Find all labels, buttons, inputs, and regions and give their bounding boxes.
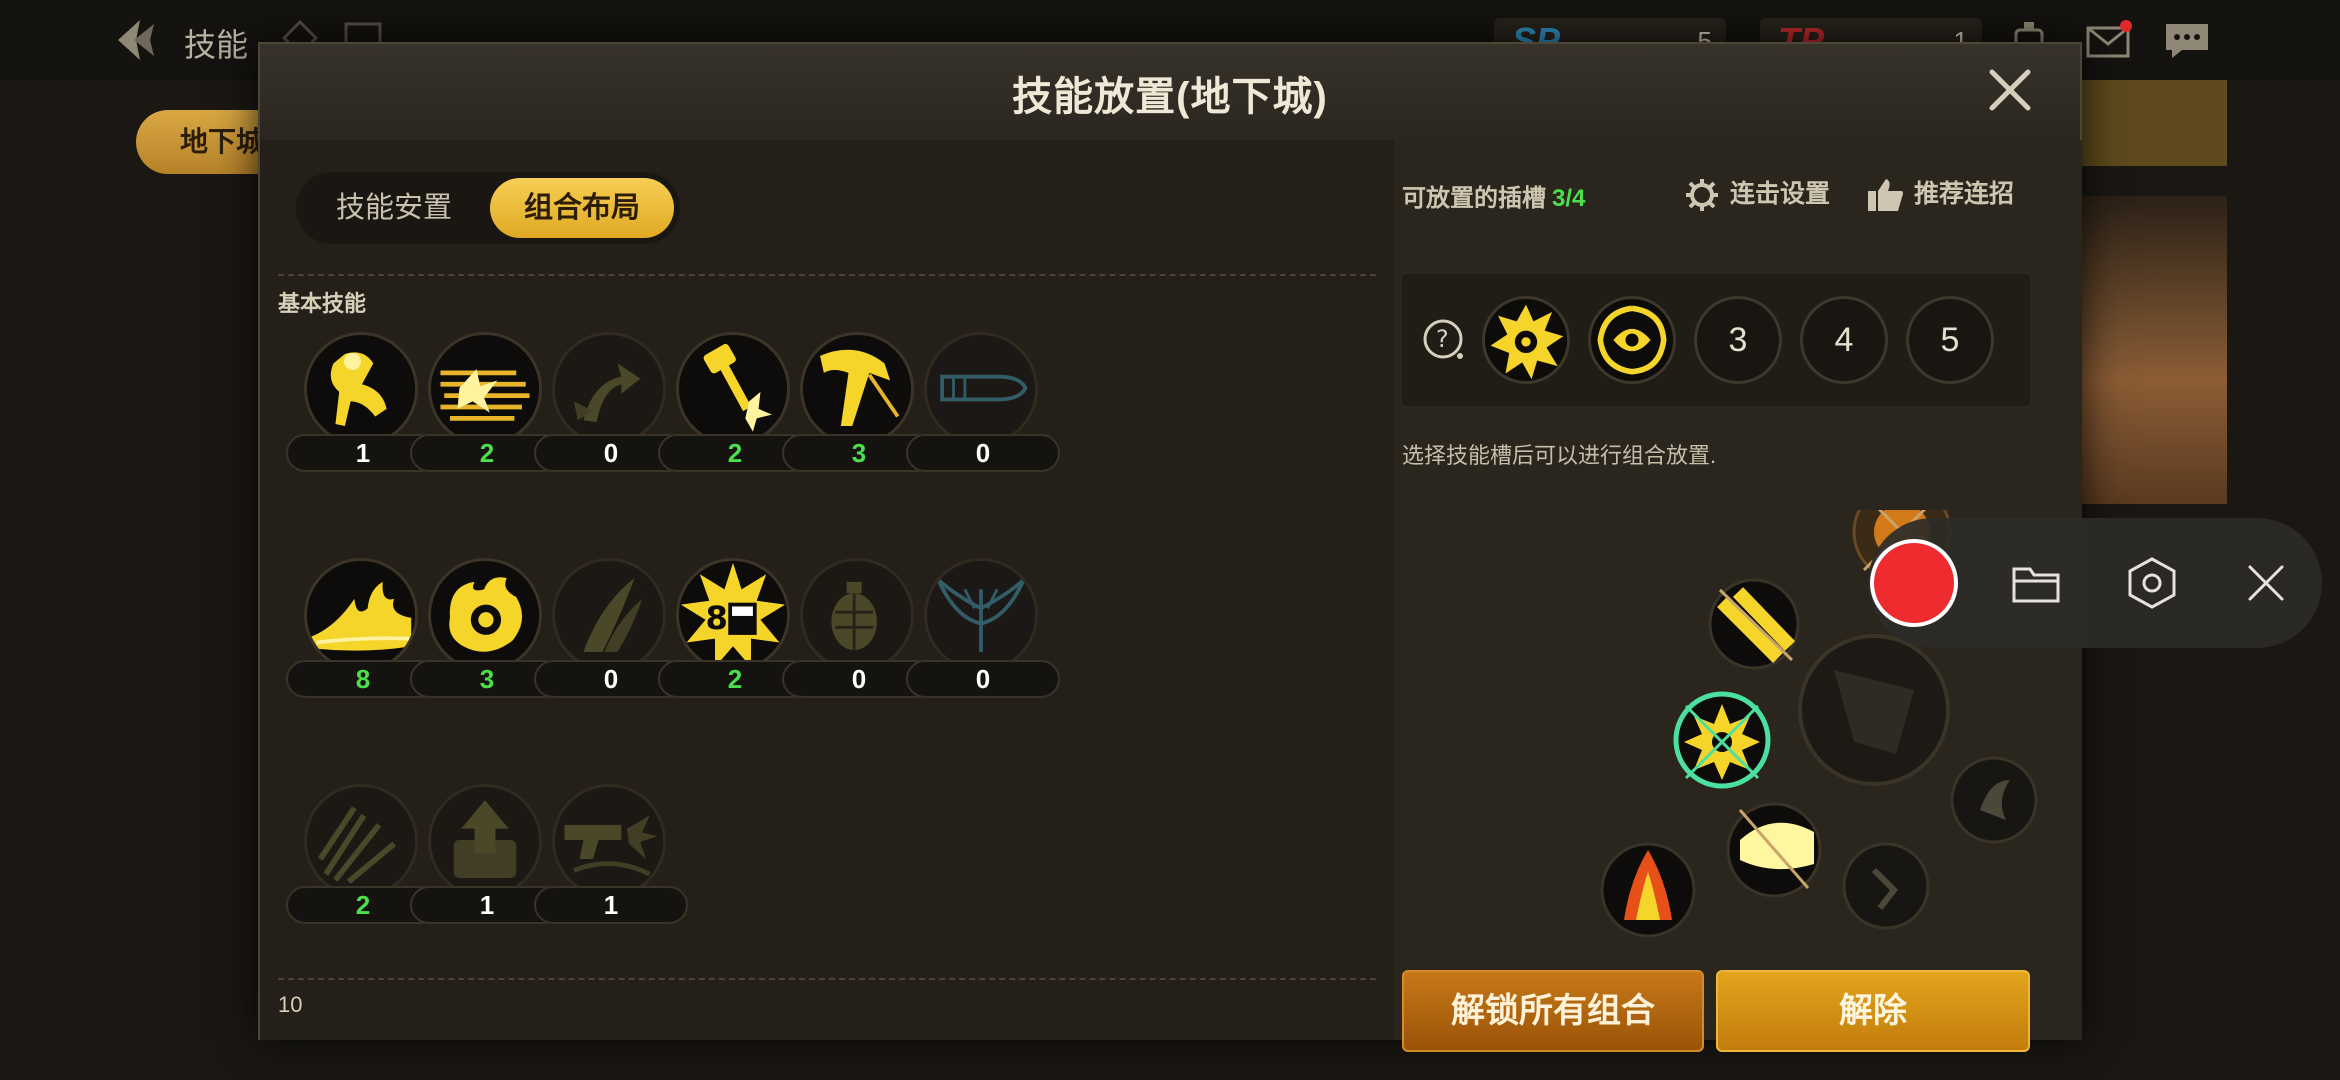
dialog-header: 技能放置(地下城) xyxy=(260,44,2080,142)
skill-slot[interactable]: 0 xyxy=(906,558,1062,708)
recommended-combo-button[interactable]: 推荐连招 xyxy=(1866,174,2014,213)
tab-combo-layout[interactable]: 组合布局 xyxy=(490,178,674,238)
vortex-shot-icon xyxy=(1591,299,1673,381)
hint-text: 选择技能槽后可以进行组合放置. xyxy=(1402,443,1717,468)
svg-text:?: ? xyxy=(1436,325,1449,353)
screen-recorder-toolbar xyxy=(1868,518,2322,648)
kick-skill-icon xyxy=(304,332,418,446)
claw-slash-icon xyxy=(552,558,666,672)
skill-count: 0 xyxy=(906,660,1060,698)
bullet-icon xyxy=(924,332,1038,446)
combo-settings-label: 连击设置 xyxy=(1730,180,1831,208)
mail-icon[interactable] xyxy=(2084,18,2134,62)
help-icon[interactable]: ? xyxy=(1422,318,1466,362)
slots-value: 3/4 xyxy=(1552,185,1586,212)
unlock-all-combos-button[interactable]: 解锁所有组合 xyxy=(1402,970,1704,1052)
combo-slot-3[interactable]: 3 xyxy=(1694,296,1782,384)
settings-icon[interactable] xyxy=(2124,555,2180,611)
gun-shot-icon xyxy=(552,784,666,898)
chat-icon[interactable] xyxy=(2162,18,2212,62)
remove-button[interactable]: 解除 xyxy=(1716,970,2030,1052)
skill-placement-dialog: 技能放置(地下城) 技能安置 组合布局 基本技能 1 2 0 2 3 0 8 3… xyxy=(258,42,2082,1052)
combo-slot-bar: ? 3 4 5 xyxy=(1402,274,2030,406)
dash-burst-icon xyxy=(428,332,542,446)
eagle-icon xyxy=(924,558,1038,672)
skill-slot[interactable]: 1 xyxy=(534,784,690,934)
grenade-icon xyxy=(800,558,914,672)
leg-kick-icon xyxy=(800,332,914,446)
footer-number: 10 xyxy=(278,992,303,1017)
combo-slot-2[interactable] xyxy=(1588,296,1676,384)
close-recorder-icon[interactable] xyxy=(2238,555,2294,611)
background-banner xyxy=(2082,80,2227,166)
skill-count: 1 xyxy=(534,886,688,924)
folder-icon[interactable] xyxy=(2008,555,2064,611)
radiation-burst-icon xyxy=(1485,299,1567,381)
tab-group: 技能安置 组合布局 xyxy=(296,172,680,244)
launch-up-icon xyxy=(428,784,542,898)
fire-wave-icon xyxy=(304,558,418,672)
skill-slot[interactable]: 0 xyxy=(906,332,1062,482)
slots-label-text: 可放置的插槽 xyxy=(1402,185,1546,212)
section-label: 基本技能 xyxy=(278,291,367,316)
section-divider-top xyxy=(278,274,1376,276)
section-divider-bottom xyxy=(278,978,1376,980)
background-preview-scene xyxy=(2082,196,2227,504)
combo-settings-button[interactable]: 连击设置 xyxy=(1682,174,1830,213)
skill-list-panel: 技能安置 组合布局 基本技能 1 2 0 2 3 0 8 3 0 8 2 0 0… xyxy=(260,140,1394,1040)
spike-burst-icon xyxy=(304,784,418,898)
thumbs-up-icon xyxy=(1868,179,1903,212)
explosion-8-icon: 8 xyxy=(676,558,790,672)
page-title: 技能 xyxy=(184,27,249,63)
tab-skill-placement[interactable]: 技能安置 xyxy=(304,178,484,238)
gear-icon xyxy=(1686,179,1718,212)
fire-grenade-icon xyxy=(428,558,542,672)
dialog-title: 技能放置(地下城) xyxy=(1012,75,1328,119)
recommended-combo-label: 推荐连招 xyxy=(1914,180,2015,208)
svg-text:8: 8 xyxy=(706,599,728,637)
skill-count: 0 xyxy=(906,434,1060,472)
available-slots-label: 可放置的插槽 3/4 xyxy=(1402,178,1585,213)
combo-slot-4[interactable]: 4 xyxy=(1800,296,1888,384)
back-arrow-icon[interactable] xyxy=(110,14,162,66)
close-icon[interactable] xyxy=(1984,64,2036,116)
record-button[interactable] xyxy=(1870,539,1958,627)
hammer-strike-icon xyxy=(676,332,790,446)
combo-slot-5[interactable]: 5 xyxy=(1906,296,1994,384)
uppercut-arrow-icon xyxy=(552,332,666,446)
combo-slot-1[interactable] xyxy=(1482,296,1570,384)
